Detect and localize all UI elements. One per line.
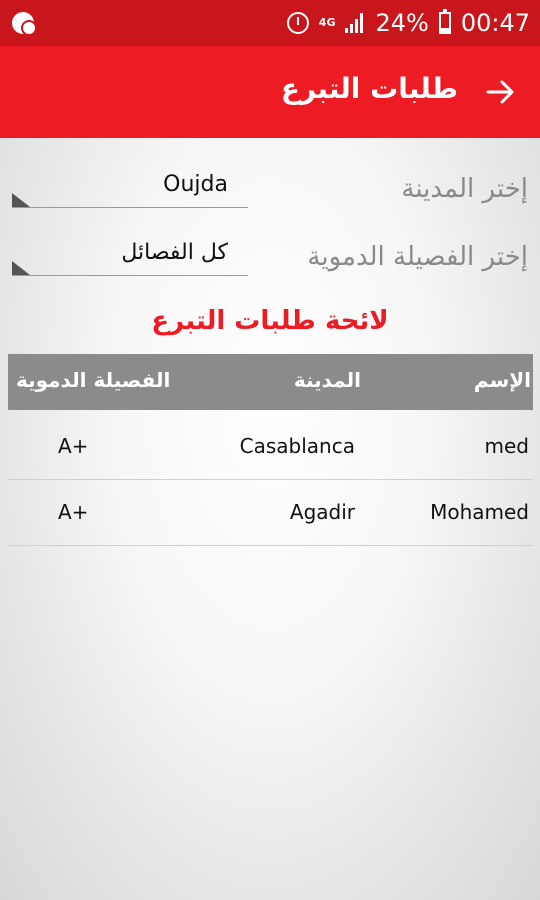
battery-icon (438, 9, 451, 34)
header-city: المدينة (293, 368, 361, 392)
clock: 00:47 (460, 9, 530, 37)
header-name: الإسم (473, 368, 531, 392)
row-blood: A+ (58, 500, 89, 524)
city-spinner[interactable]: Oujda (12, 168, 248, 208)
notification-icon (12, 12, 37, 36)
back-arrow-icon[interactable] (486, 78, 516, 106)
table-row[interactable]: Mohamed Agadir A+ (8, 480, 533, 546)
network-type: 4G (318, 16, 336, 29)
spinner-arrow-icon (12, 261, 30, 275)
blood-spinner-value: كل الفصائل (121, 240, 228, 265)
city-filter-row: إختر المدينة Oujda (0, 168, 540, 218)
status-bar: 4G 24% 00:47 (0, 0, 540, 46)
list-title: لائحة طلبات التبرع (151, 306, 389, 336)
table-header: الإسم المدينة الفصيلة الدموية (8, 354, 533, 410)
row-name: med (484, 434, 529, 458)
blood-filter-row: إختر الفصيلة الدموية كل الفصائل (0, 236, 540, 286)
row-name: Mohamed (430, 500, 529, 524)
city-spinner-value: Oujda (163, 172, 228, 197)
blood-filter-label: إختر الفصيلة الدموية (307, 242, 528, 272)
notification-area (12, 12, 37, 36)
row-city: Casablanca (239, 434, 355, 458)
city-filter-label: إختر المدينة (401, 174, 528, 204)
row-blood: A+ (58, 434, 89, 458)
blood-spinner[interactable]: كل الفصائل (12, 236, 248, 276)
table-row[interactable]: med Casablanca A+ (8, 414, 533, 480)
page-title: طلبات التبرع (280, 72, 458, 105)
signal-icon (345, 13, 365, 33)
row-city: Agadir (289, 500, 355, 524)
status-right: 4G 24% 00:47 (286, 8, 530, 38)
spinner-arrow-icon (12, 193, 30, 207)
battery-percent: 24% (375, 9, 429, 37)
header-blood: الفصيلة الدموية (16, 368, 171, 392)
toolbar: طلبات التبرع (0, 46, 540, 138)
alarm-icon (286, 12, 309, 34)
